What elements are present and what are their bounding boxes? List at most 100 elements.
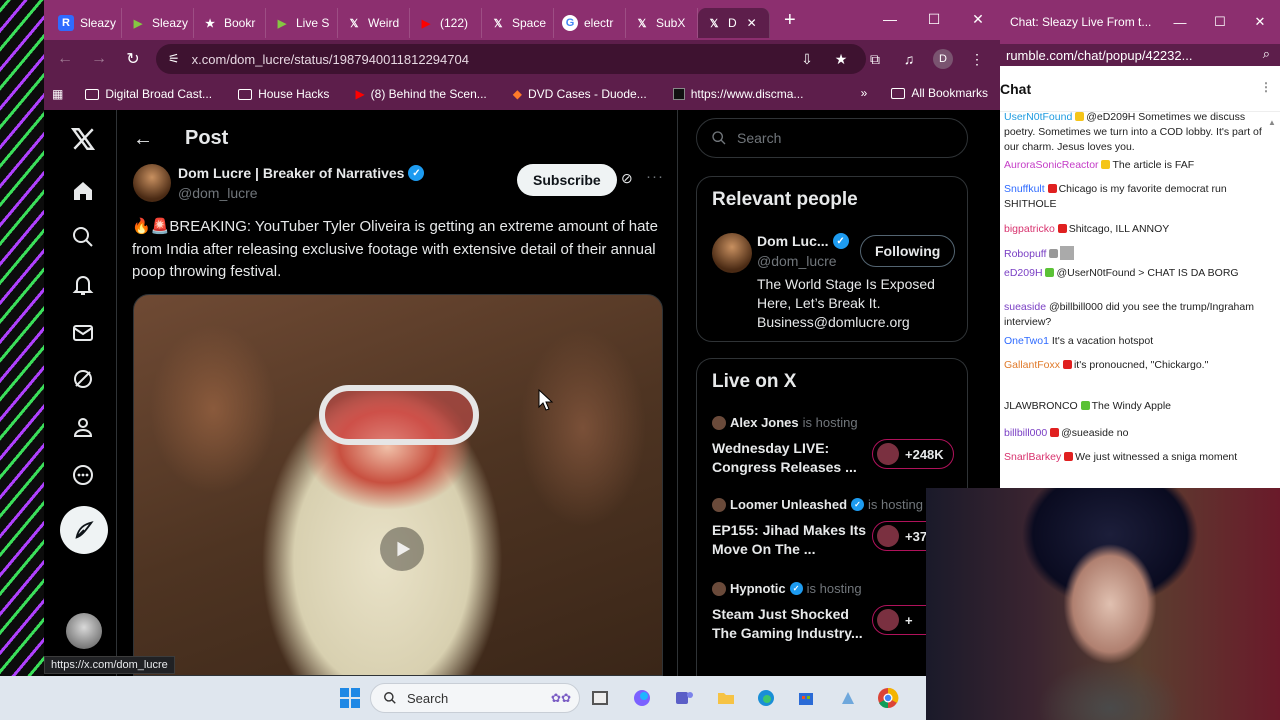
author-handle[interactable]: @dom_lucre [178,185,258,201]
file-explorer-icon[interactable] [714,686,738,710]
following-button[interactable]: Following [860,235,956,267]
new-tab-button[interactable]: + [784,9,804,32]
chat-username[interactable]: GallantFoxx [1004,359,1060,371]
address-bar[interactable]: ⚟ x.com/dom_lucre/status/198794001181229… [156,44,866,74]
chat-username[interactable]: OneTwo1 [1004,335,1049,347]
menu-kebab-icon[interactable]: ⋮ [962,44,992,74]
chevron-right-icon[interactable]: » [861,86,868,100]
chat-username[interactable]: bigpatricko [1004,223,1055,235]
tab-weird[interactable]: 𝕏 Weird [338,8,410,38]
minimize-icon[interactable]: — [1160,0,1200,44]
account-avatar[interactable] [66,613,102,649]
chat-username[interactable]: JLAWBRONCO [1004,400,1078,412]
apps-grid-icon[interactable]: ▦ [52,87,63,101]
more-circle-icon[interactable] [68,460,98,490]
home-icon[interactable] [68,176,98,206]
compose-post-button[interactable] [60,506,108,554]
chat-username[interactable]: AuroraSonicReactor [1004,159,1099,171]
tab-youtube[interactable]: ▶ (122) [410,8,482,38]
chat-username[interactable]: sueaside [1004,301,1046,313]
profile-avatar[interactable]: D [933,49,953,69]
site-info-icon[interactable]: ⚟ [168,51,180,67]
tab-space[interactable]: 𝕏 Space [482,8,554,38]
chrome-icon[interactable] [876,686,900,710]
live-host[interactable]: Loomer Unleashed ✓ is hosting [712,497,923,512]
chat-username[interactable]: eD209H [1004,267,1043,279]
maximize-icon[interactable]: ☐ [912,0,956,38]
back-arrow-icon[interactable]: ← [133,128,153,151]
tab-bookmarks[interactable]: ★ Bookr [194,8,266,38]
x-logo-icon[interactable] [68,124,98,154]
copilot-icon[interactable] [630,686,654,710]
listener-avatar [877,443,899,465]
media-icon[interactable]: ♫ [894,44,924,74]
listeners-pill[interactable]: +248K [872,439,954,469]
grok-icon[interactable] [68,364,98,394]
live-title[interactable]: Wednesday LIVE: Congress Releases ... [712,439,872,477]
chat-window-controls: — ☐ ✕ [1160,0,1280,44]
bookmark-item[interactable]: ◆ DVD Cases - Duode... [513,87,647,101]
install-icon[interactable]: ⇩ [792,44,822,74]
edge-icon[interactable] [754,686,778,710]
tab-sleazy-1[interactable]: R Sleazy [50,8,122,38]
close-icon[interactable]: ✕ [956,0,1000,38]
bookmark-item[interactable]: House Hacks [238,87,329,101]
store-icon[interactable] [794,686,818,710]
task-view-icon[interactable] [588,686,612,710]
all-bookmarks[interactable]: All Bookmarks [891,86,988,100]
search-icon[interactable] [68,222,98,252]
forward-arrow-icon[interactable]: → [82,42,116,76]
badge-icon [1050,428,1060,437]
chat-username[interactable]: Snuffkult [1004,183,1045,195]
tab-live[interactable]: ▶ Live S [266,8,338,38]
post-video[interactable] [133,294,663,676]
reload-icon[interactable]: ↻ [116,42,150,76]
tab-active[interactable]: 𝕏 D ✕ [698,8,770,38]
chat-window: Chat: Sleazy Live From t... — ☐ ✕ rumble… [1000,0,1280,488]
bookmark-item[interactable]: https://www.discma... [672,87,803,101]
chat-username[interactable]: Robopuff [1004,248,1046,260]
tab-subx[interactable]: 𝕏 SubX [626,8,698,38]
chat-username[interactable]: billbill000 [1004,427,1047,439]
tab-sleazy-2[interactable]: ▶ Sleazy [122,8,194,38]
notifications-bell-icon[interactable] [68,270,98,300]
teams-icon[interactable] [672,686,696,710]
taskbar-search[interactable]: Search ✿✿ [370,683,580,713]
minimize-icon[interactable]: — [868,0,912,38]
extensions-icon[interactable]: ⧉ [860,44,890,74]
live-host[interactable]: Hypnotic ✓ is hosting [712,581,862,596]
chat-menu-icon[interactable]: ⋮ [1260,80,1272,94]
windows-start-icon[interactable] [338,686,362,710]
maximize-icon[interactable]: ☐ [1200,0,1240,44]
chat-scrollbar[interactable]: ▲ [1268,112,1278,482]
chat-url-bar[interactable]: rumble.com/chat/popup/42232... ⌕ [1000,44,1280,66]
live-host[interactable]: Alex Jones is hosting [712,415,858,430]
profile-icon[interactable] [68,412,98,442]
scroll-up-icon[interactable]: ▲ [1268,118,1276,127]
person-handle[interactable]: @dom_lucre [757,253,837,269]
back-arrow-icon[interactable]: ← [48,42,82,76]
play-icon[interactable] [380,527,424,571]
grok-explain-icon[interactable]: ⊘ [621,170,633,187]
bookmark-item[interactable]: Digital Broad Cast... [85,87,212,101]
search-icon[interactable]: ⌕ [1263,46,1270,62]
author-avatar[interactable] [133,164,171,202]
live-title[interactable]: EP155: Jihad Makes Its Move On The ... [712,521,872,559]
bookmark-item[interactable]: ▶ (8) Behind the Scen... [355,87,486,101]
live-title[interactable]: Steam Just Shocked The Gaming Industry..… [712,605,872,643]
tab-google[interactable]: Gelectr [554,8,626,38]
search-input[interactable]: Search [696,118,968,158]
app-icon[interactable] [836,686,860,710]
chat-username[interactable]: UserN0tFound [1004,111,1072,123]
bookmark-star-icon[interactable]: ★ [826,44,856,74]
author-name[interactable]: Dom Lucre | Breaker of Narratives ✓ [178,165,425,181]
close-icon[interactable]: ✕ [1240,0,1280,44]
verified-badge-icon: ✓ [832,233,849,249]
more-options-icon[interactable]: ··· [646,168,664,185]
messages-envelope-icon[interactable] [68,318,98,348]
person-name[interactable]: Dom Luc... ✓ [757,233,849,249]
subscribe-button[interactable]: Subscribe [517,164,617,196]
chat-username[interactable]: SnarlBarkey [1004,451,1061,463]
close-tab-icon[interactable]: ✕ [747,16,757,30]
person-avatar[interactable] [712,233,752,273]
